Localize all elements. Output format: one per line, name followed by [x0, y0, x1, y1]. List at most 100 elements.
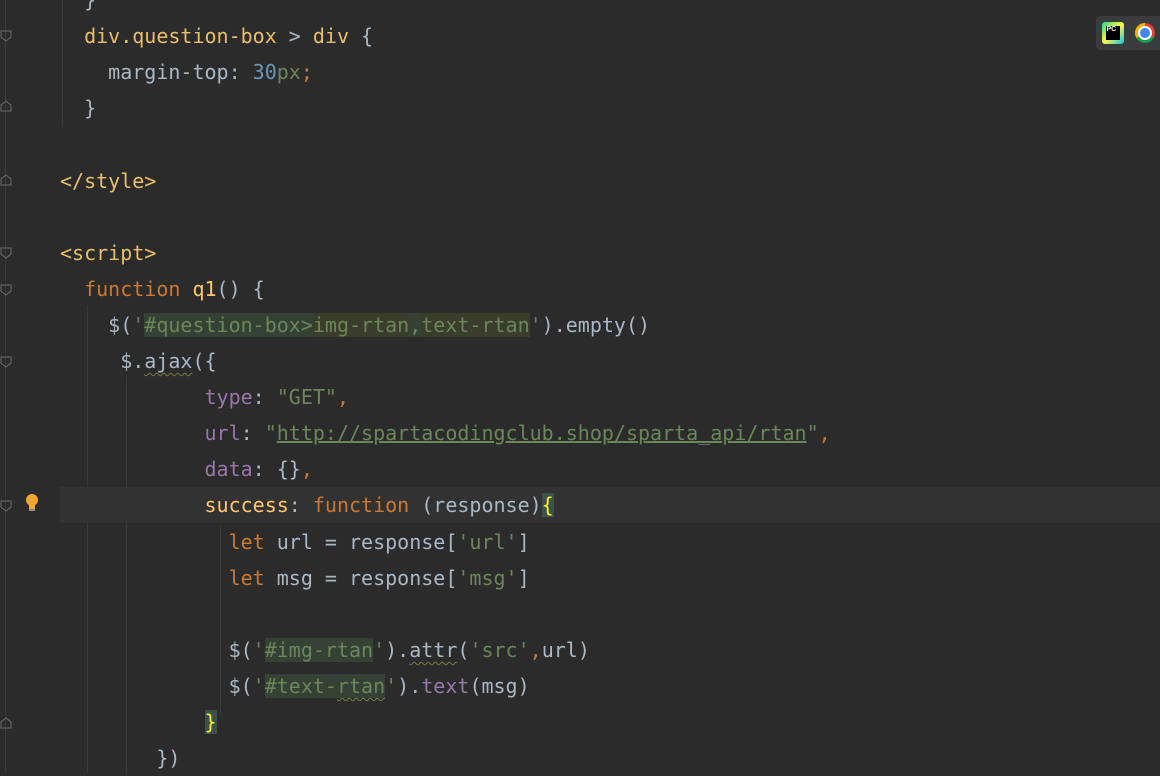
fold-marker-icon[interactable]	[0, 174, 12, 186]
code-line[interactable]: data: {},	[60, 451, 1160, 487]
code-line[interactable]: type: "GET",	[60, 379, 1160, 415]
code-line[interactable]: url: "http://spartacodingclub.shop/spart…	[60, 415, 1160, 451]
code-line[interactable]: }	[60, 704, 1160, 740]
fold-marker-icon[interactable]	[0, 717, 12, 729]
code-token: #img-rtan	[264, 637, 374, 662]
code-token: 'src'	[469, 637, 530, 662]
code-token: $(	[60, 673, 253, 698]
code-token: function	[60, 276, 193, 301]
code-token: (	[457, 637, 470, 662]
code-token: div	[312, 24, 362, 49]
browser-preview-toolbar: PC	[1096, 16, 1160, 50]
code-token: "	[806, 421, 819, 446]
code-token: '	[252, 673, 265, 698]
fold-marker-icon[interactable]	[0, 247, 12, 259]
code-token: (response)	[421, 493, 542, 518]
code-line[interactable]: }	[60, 90, 1160, 126]
code-token: http://spartacodingclub.shop/sparta_api/…	[276, 421, 807, 446]
code-line[interactable]: $('#img-rtan').attr('src',url)	[60, 632, 1160, 668]
code-line[interactable]: let msg = response['msg']	[60, 560, 1160, 596]
code-token: data	[60, 457, 253, 482]
code-token: ;	[300, 60, 313, 85]
code-token: ]	[517, 529, 530, 554]
code-token: #text-	[264, 673, 337, 698]
code-token: '	[529, 312, 542, 337]
code-token: margin-top	[60, 60, 229, 85]
code-token: :	[240, 421, 265, 446]
code-line[interactable]	[60, 126, 1160, 162]
code-token: url)	[541, 637, 590, 662]
code-token: url = response[	[276, 529, 458, 554]
code-token: $(	[60, 637, 253, 662]
code-line[interactable]: margin-top: 30px;	[60, 54, 1160, 90]
fold-marker-icon[interactable]	[0, 500, 12, 512]
code-token: ]	[517, 565, 530, 590]
code-token: ,	[300, 457, 313, 482]
code-token: text-rtan	[421, 312, 530, 337]
code-line[interactable]: </style>	[60, 163, 1160, 199]
code-token: '	[385, 673, 398, 698]
code-token: })	[60, 746, 181, 771]
code-token: "	[264, 421, 277, 446]
code-token: let	[60, 565, 277, 590]
code-token: }	[204, 710, 217, 734]
code-token: :	[252, 385, 277, 410]
code-line[interactable]	[60, 199, 1160, 235]
code-line[interactable]: $('#text-rtan').text(msg)	[60, 668, 1160, 704]
pycharm-icon[interactable]: PC	[1101, 22, 1124, 44]
code-token: ,	[818, 421, 831, 446]
code-token: ).	[385, 637, 410, 662]
code-token: 'msg'	[457, 565, 518, 590]
editor-gutter	[0, 0, 60, 773]
code-token: >	[288, 24, 313, 49]
code-token: img-rtan	[312, 312, 410, 337]
fold-marker-icon[interactable]	[0, 100, 12, 112]
code-token: '	[252, 637, 265, 662]
code-line[interactable]: }	[60, 0, 1160, 18]
fold-marker-icon[interactable]	[0, 356, 12, 368]
code-token: function	[312, 493, 422, 518]
code-token: msg = response[	[276, 565, 458, 590]
code-editor[interactable]: } div.question-box > div { margin-top: 3…	[60, 0, 1160, 773]
code-token: success	[60, 493, 289, 518]
code-token: $(	[60, 312, 133, 337]
code-token: <script>	[60, 240, 157, 265]
code-line[interactable]: let url = response['url']	[60, 524, 1160, 560]
fold-marker-icon[interactable]	[0, 30, 12, 42]
code-token: {	[361, 24, 374, 49]
code-line[interactable]: <script>	[60, 235, 1160, 271]
code-token: ,	[529, 637, 542, 662]
code-token: '	[132, 312, 145, 337]
code-token: #question-box>	[144, 312, 313, 337]
code-line[interactable]: })	[60, 740, 1160, 776]
code-token: () {	[216, 276, 265, 301]
code-line[interactable]: $('#question-box>img-rtan,text-rtan').em…	[60, 307, 1160, 343]
code-token: }	[60, 0, 97, 12]
code-line[interactable]: div.question-box > div {	[60, 18, 1160, 54]
code-token: </style>	[60, 168, 157, 193]
code-token: ,	[409, 312, 422, 337]
code-line[interactable]	[60, 596, 1160, 632]
chrome-icon[interactable]	[1134, 23, 1155, 43]
code-token: rtan	[336, 673, 386, 698]
code-line[interactable]: function q1() {	[60, 271, 1160, 307]
code-token: 30	[252, 60, 277, 85]
code-token: :	[288, 493, 313, 518]
code-token: ).	[397, 673, 422, 698]
code-token: let	[60, 529, 277, 554]
code-token: : {}	[252, 457, 301, 482]
code-line[interactable]: $.ajax({	[60, 343, 1160, 379]
code-token: ({	[192, 349, 217, 373]
code-token: '	[373, 637, 386, 662]
code-token: ).empty()	[541, 312, 651, 337]
lightbulb-icon[interactable]	[24, 493, 40, 513]
code-token: q1	[192, 276, 217, 301]
code-token: $.	[60, 349, 145, 373]
fold-marker-icon[interactable]	[0, 284, 12, 296]
code-token: type	[60, 385, 253, 410]
code-line[interactable]: success: function (response){	[60, 487, 1160, 524]
gutter-divider	[5, 0, 6, 773]
code-token: attr	[409, 637, 458, 662]
code-token: 'url'	[457, 529, 518, 554]
